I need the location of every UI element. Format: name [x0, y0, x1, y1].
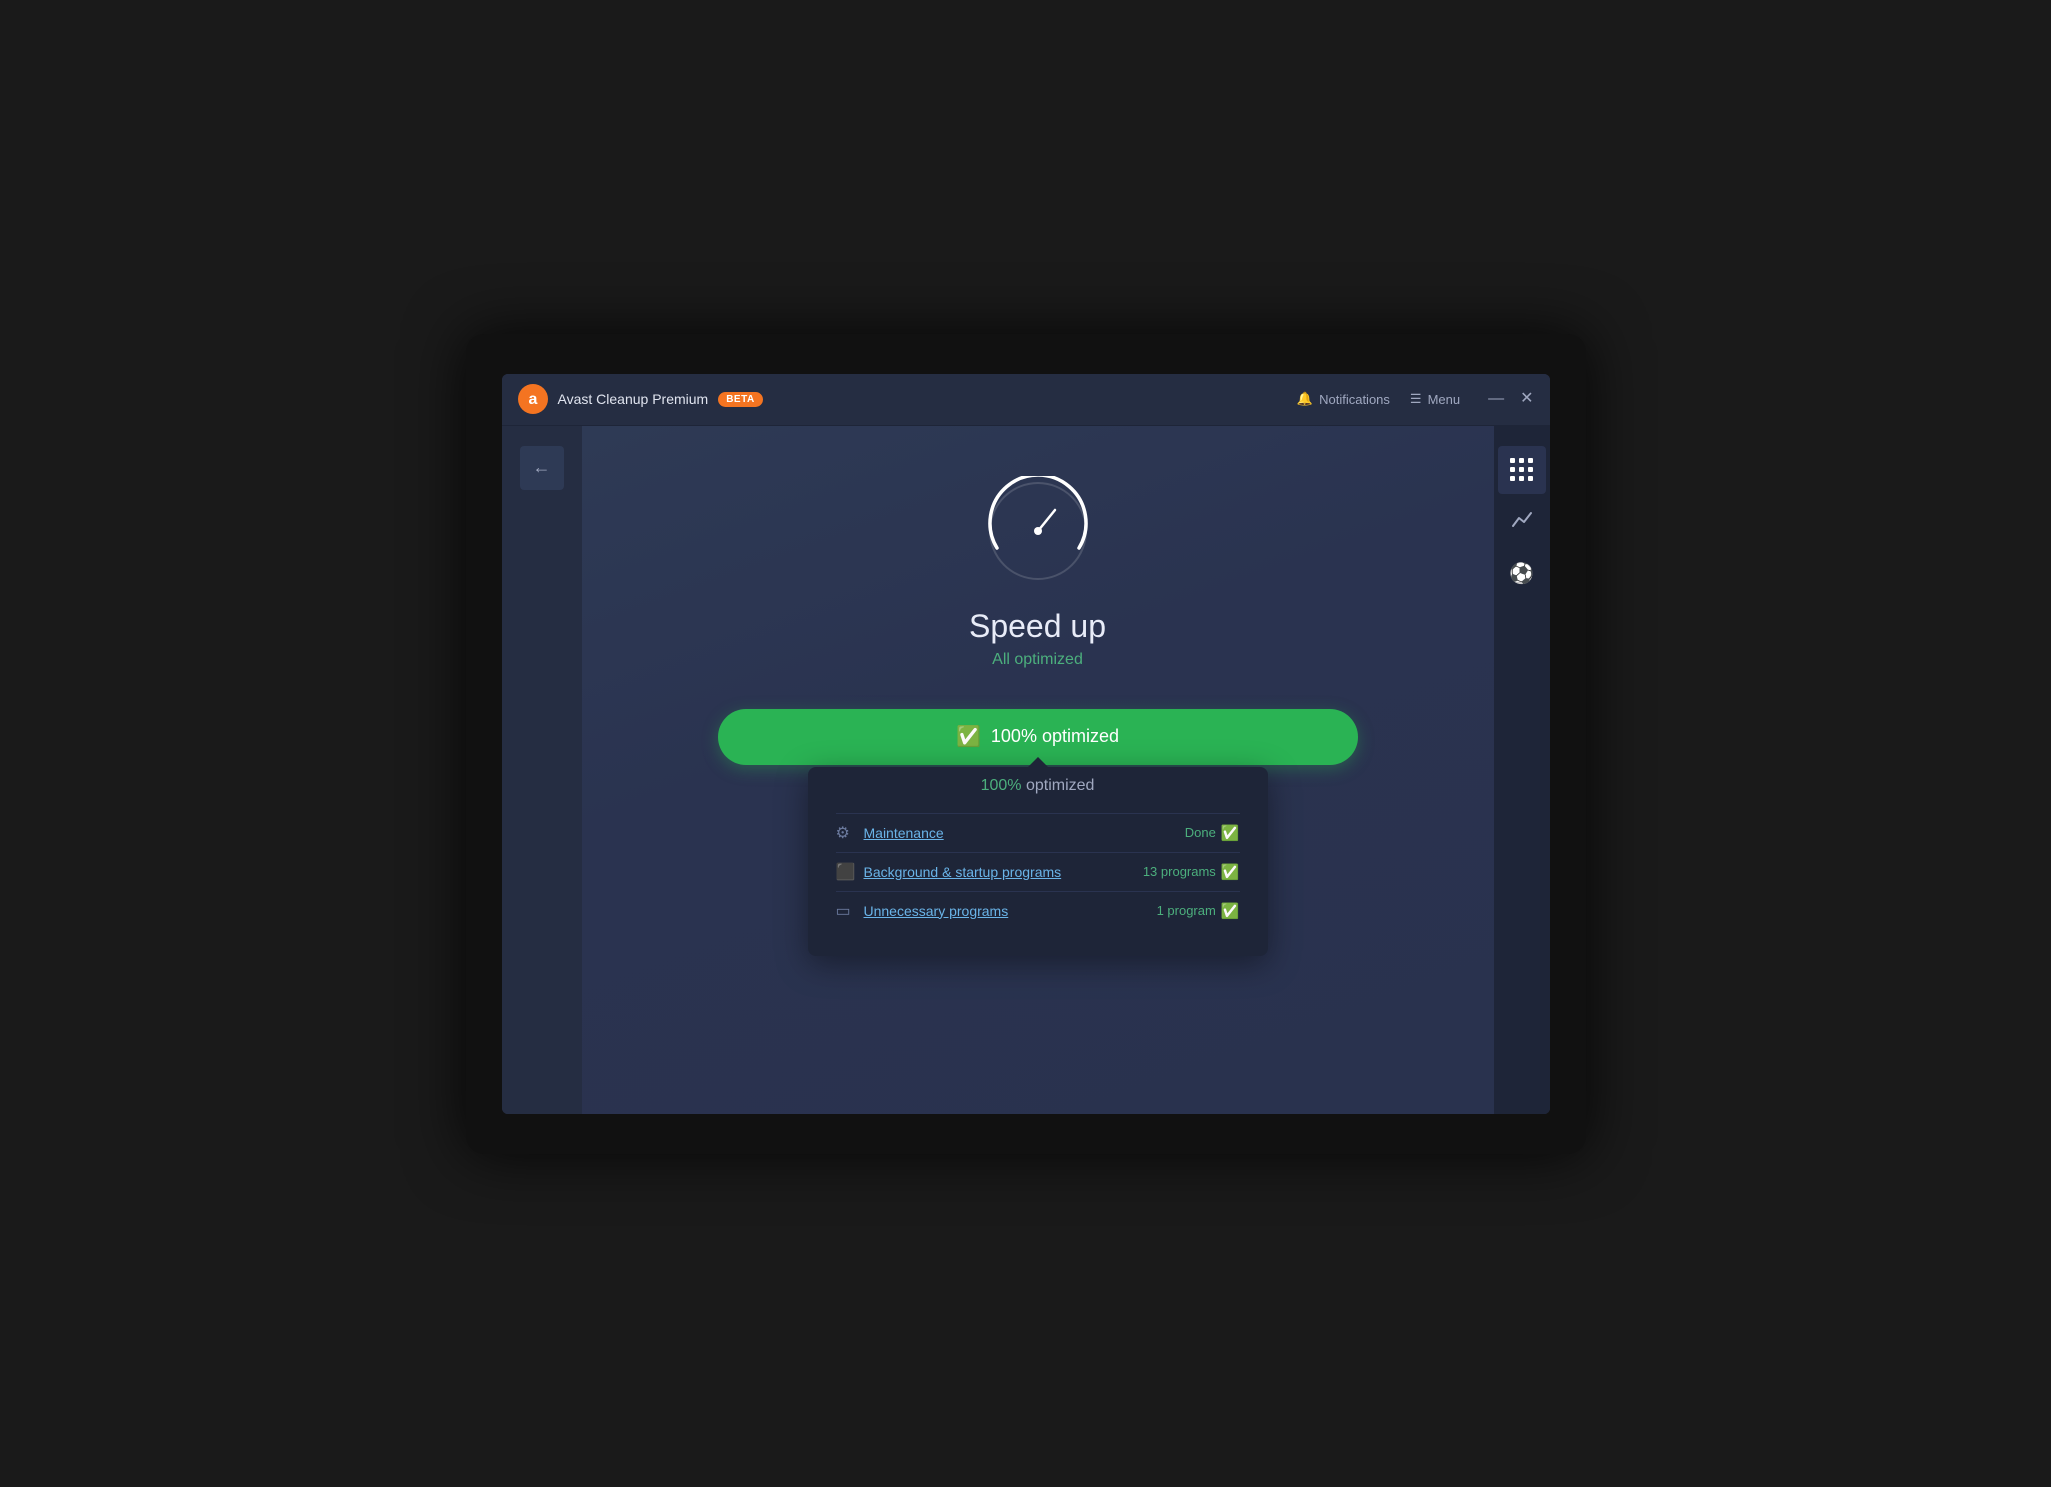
programs-row: ▭ Unnecessary programs 1 program ✅	[836, 891, 1240, 930]
close-button[interactable]: ✕	[1520, 391, 1533, 407]
content-area: ← Speed up All optimized ✅	[502, 426, 1550, 1114]
soccer-icon: ⚽	[1509, 561, 1534, 586]
maintenance-link[interactable]: Maintenance	[864, 825, 1185, 841]
main-content: Speed up All optimized ✅ 100% optimized …	[582, 426, 1494, 1114]
maintenance-check-icon: ✅	[1221, 824, 1240, 842]
back-button[interactable]: ←	[520, 446, 564, 490]
menu-button[interactable]: ☰ Menu	[1410, 391, 1460, 407]
minimize-button[interactable]: —	[1488, 391, 1504, 407]
maintenance-row: ⚙ Maintenance Done ✅	[836, 813, 1240, 852]
avast-logo: a	[518, 384, 548, 414]
chart-icon	[1511, 508, 1533, 535]
speedometer-icon	[983, 476, 1093, 586]
title-bar: a Avast Cleanup Premium BETA 🔔 Notificat…	[502, 374, 1550, 426]
programs-check-icon: ✅	[1221, 902, 1240, 920]
programs-icon: ▭	[836, 901, 864, 921]
beta-badge: BETA	[718, 392, 762, 407]
chart-view-button[interactable]	[1498, 498, 1546, 546]
app-window: a Avast Cleanup Premium BETA 🔔 Notificat…	[502, 374, 1550, 1114]
panel-title: 100% optimized	[836, 777, 1240, 795]
grid-icon	[1510, 458, 1534, 482]
startup-row: ⬛ Background & startup programs 13 progr…	[836, 852, 1240, 891]
check-circle-icon: ✅	[956, 724, 981, 749]
maintenance-status-text: Done	[1185, 825, 1216, 840]
menu-label: Menu	[1428, 392, 1461, 407]
startup-status: 13 programs ✅	[1143, 863, 1240, 881]
title-bar-left: a Avast Cleanup Premium BETA	[518, 384, 763, 414]
programs-link[interactable]: Unnecessary programs	[864, 903, 1157, 919]
startup-icon: ⬛	[836, 862, 864, 882]
grid-view-button[interactable]	[1498, 446, 1546, 494]
speedup-subtitle: All optimized	[992, 651, 1083, 669]
dropdown-panel: 100% optimized ⚙ Maintenance Done ✅ ⬛	[808, 767, 1268, 956]
panel-title-suffix: optimized	[1022, 777, 1095, 794]
soccer-view-button[interactable]: ⚽	[1498, 550, 1546, 598]
maintenance-status: Done ✅	[1185, 824, 1240, 842]
startup-link[interactable]: Background & startup programs	[864, 864, 1143, 880]
title-bar-right: 🔔 Notifications ☰ Menu — ✕	[1297, 391, 1534, 407]
startup-check-icon: ✅	[1221, 863, 1240, 881]
screen-bezel: a Avast Cleanup Premium BETA 🔔 Notificat…	[466, 334, 1586, 1154]
app-title: Avast Cleanup Premium	[558, 391, 709, 407]
menu-icon: ☰	[1410, 391, 1422, 407]
svg-text:a: a	[528, 391, 537, 408]
left-panel: ←	[502, 426, 582, 1114]
window-controls: — ✕	[1488, 391, 1533, 407]
startup-status-text: 13 programs	[1143, 864, 1216, 879]
right-sidebar: ⚽	[1494, 426, 1550, 1114]
programs-status-text: 1 program	[1157, 903, 1216, 918]
panel-title-percent: 100%	[981, 777, 1022, 794]
notifications-label: Notifications	[1319, 392, 1390, 407]
programs-status: 1 program ✅	[1157, 902, 1240, 920]
maintenance-icon: ⚙	[836, 823, 864, 843]
optimize-btn-label: 100% optimized	[991, 726, 1119, 747]
bell-icon: 🔔	[1297, 391, 1313, 407]
speedup-title: Speed up	[969, 608, 1106, 645]
notifications-button[interactable]: 🔔 Notifications	[1297, 391, 1390, 407]
